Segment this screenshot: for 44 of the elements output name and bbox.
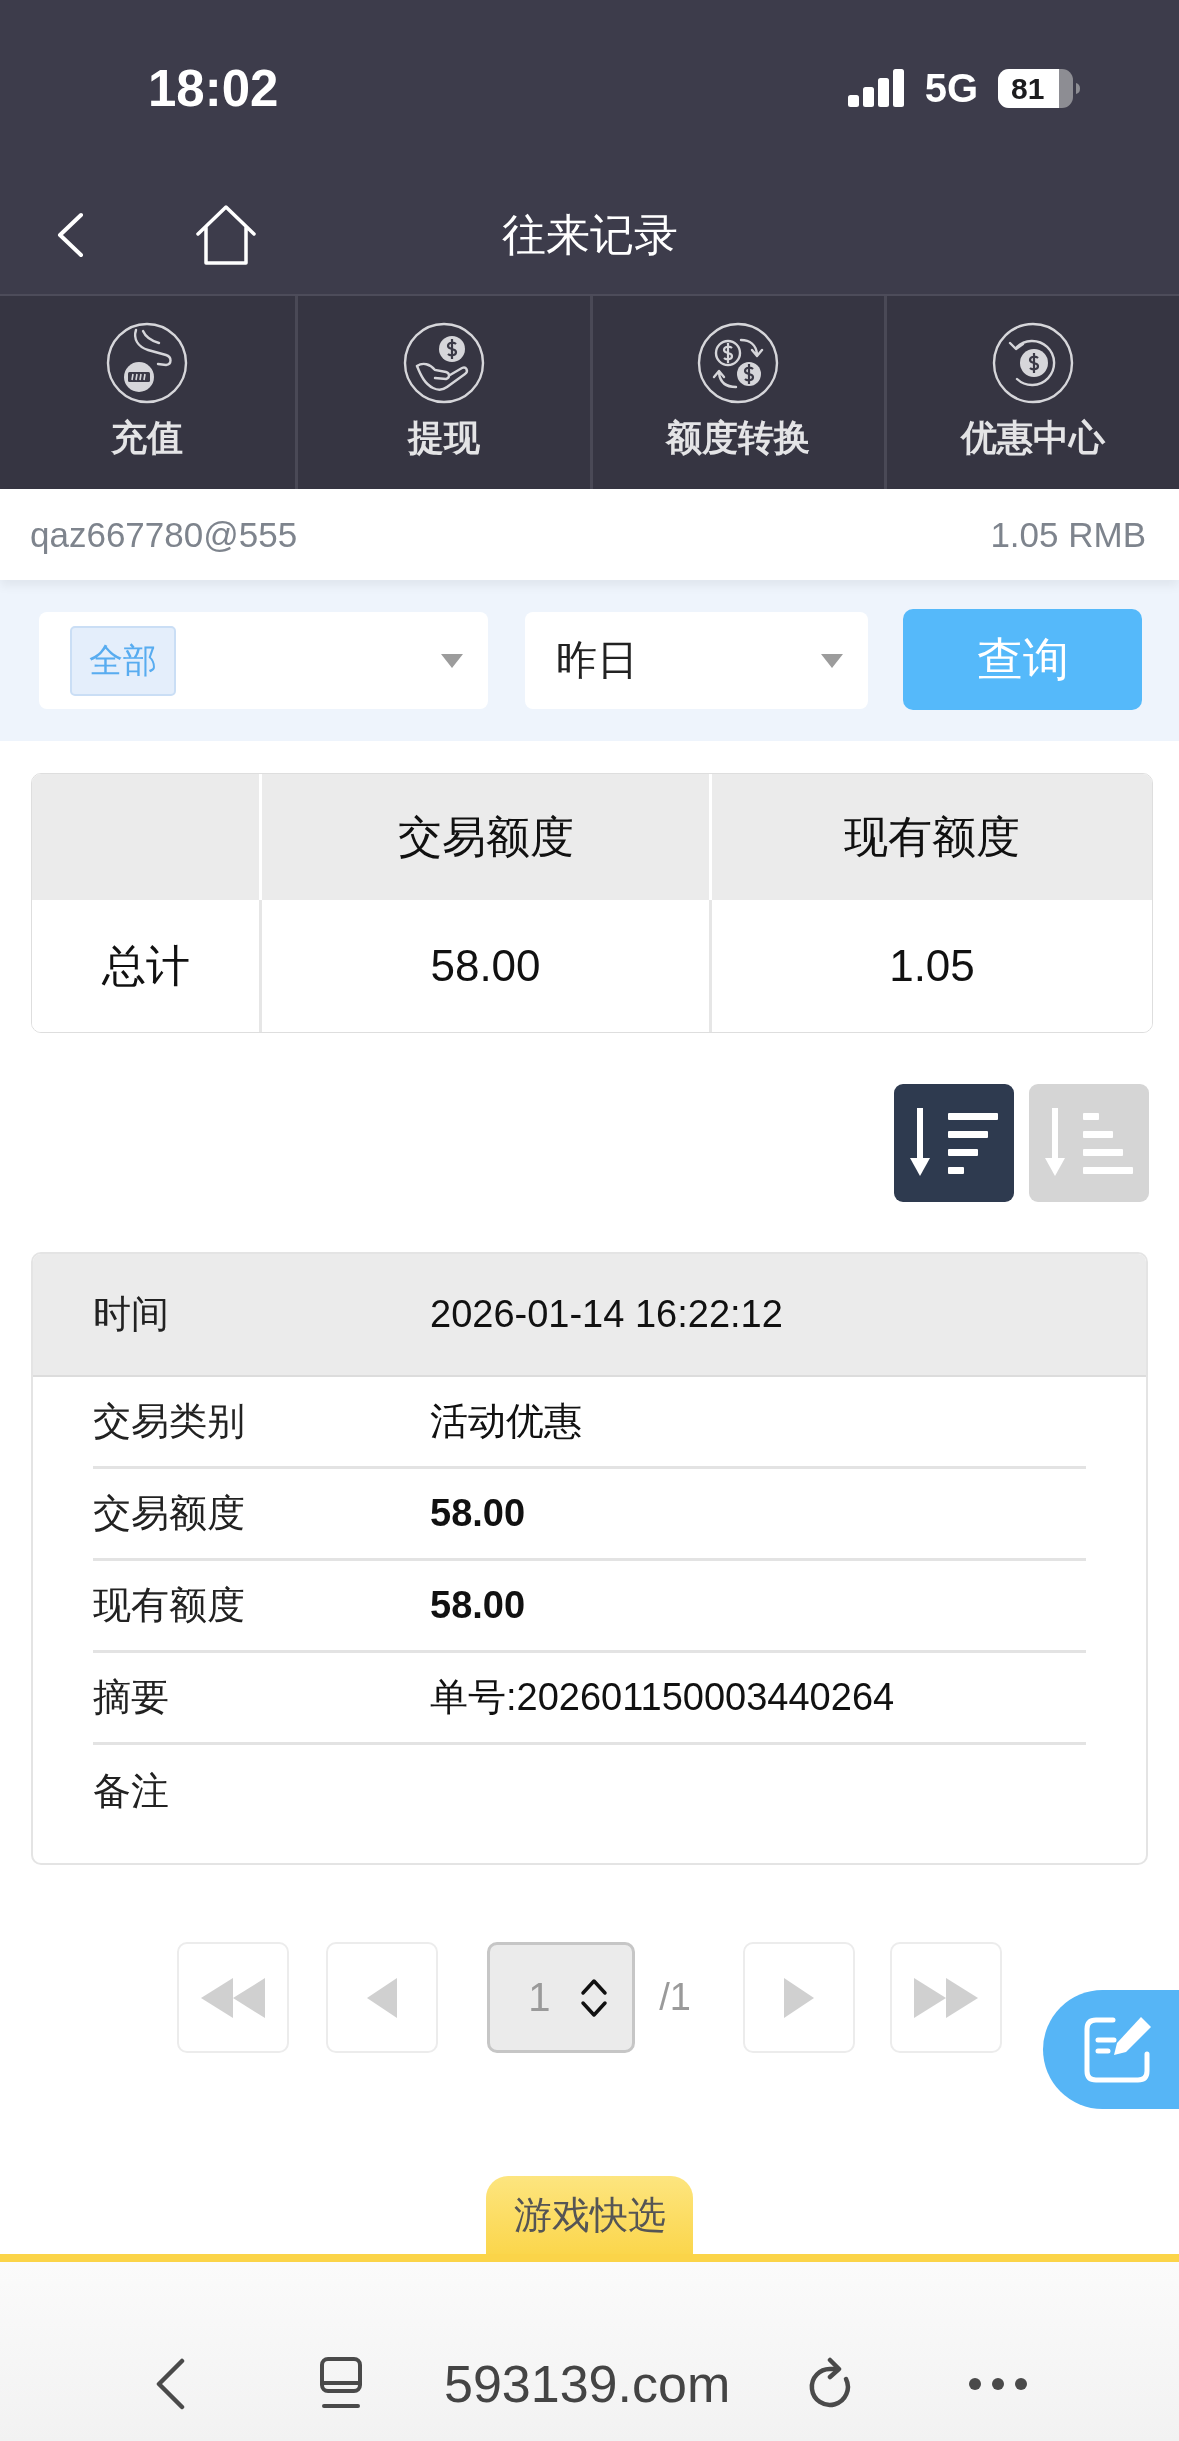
nav-button[interactable]: 充值 — [0, 296, 295, 489]
coin-exchange-icon — [697, 322, 780, 404]
battery-icon — [998, 68, 1080, 108]
field-label: 交易额度 — [93, 1491, 246, 1536]
page-total: /1 — [659, 1976, 691, 2019]
field-label: 摘要 — [93, 1675, 170, 1720]
url-text[interactable]: 593139.com — [444, 2353, 731, 2414]
field-label: 现有额度 — [93, 1583, 246, 1628]
table-cell: 58.00 — [259, 900, 709, 1032]
sort-descending-icon — [910, 1108, 998, 1178]
field-label: 交易类别 — [93, 1399, 246, 1444]
table-cell-text: 总计 — [100, 939, 191, 992]
field-value: 活动优惠 — [430, 1399, 582, 1444]
table-cell: 1.05 — [709, 900, 1152, 1032]
username: qaz667780@555 — [30, 514, 298, 555]
date-select[interactable]: 昨日 — [525, 612, 868, 709]
field-value: 2026-01-14 16:22:12 — [430, 1293, 783, 1336]
hand-card-coin-icon — [106, 322, 189, 404]
double-left-triangle-icon — [201, 1977, 266, 2018]
quick-select-tab[interactable]: 游戏快选 — [486, 2176, 693, 2254]
network-label: 5G — [924, 65, 978, 111]
field-value: 58.00 — [430, 1584, 526, 1627]
balance: 1.05 RMB — [990, 514, 1146, 555]
double-right-triangle-icon — [913, 1977, 978, 2018]
field-value: 单号:202601150003440264 — [430, 1675, 895, 1720]
back-icon[interactable] — [154, 2357, 186, 2410]
field-label: 备注 — [93, 1768, 170, 1814]
battery-percentage: 81 — [1011, 72, 1045, 104]
hand-coin-icon — [402, 322, 485, 404]
signal-icon — [847, 69, 905, 107]
right-triangle-icon — [783, 1977, 814, 2018]
sort-ascending-icon — [1045, 1108, 1133, 1178]
dropdown-arrow-icon — [821, 653, 843, 668]
dropdown-arrow-icon — [441, 653, 463, 668]
field-value: 58.00 — [430, 1492, 526, 1535]
field-label: 时间 — [93, 1292, 170, 1337]
sort-button[interactable] — [894, 1084, 1014, 1202]
more-icon[interactable] — [969, 2377, 1028, 2390]
back-icon[interactable] — [55, 212, 85, 258]
coin-refresh-icon — [992, 322, 1075, 404]
left-triangle-icon — [367, 1977, 398, 2018]
home-icon[interactable] — [195, 204, 257, 266]
page-title: 往来记录 — [501, 208, 678, 261]
status-time: 18:02 — [148, 58, 279, 118]
